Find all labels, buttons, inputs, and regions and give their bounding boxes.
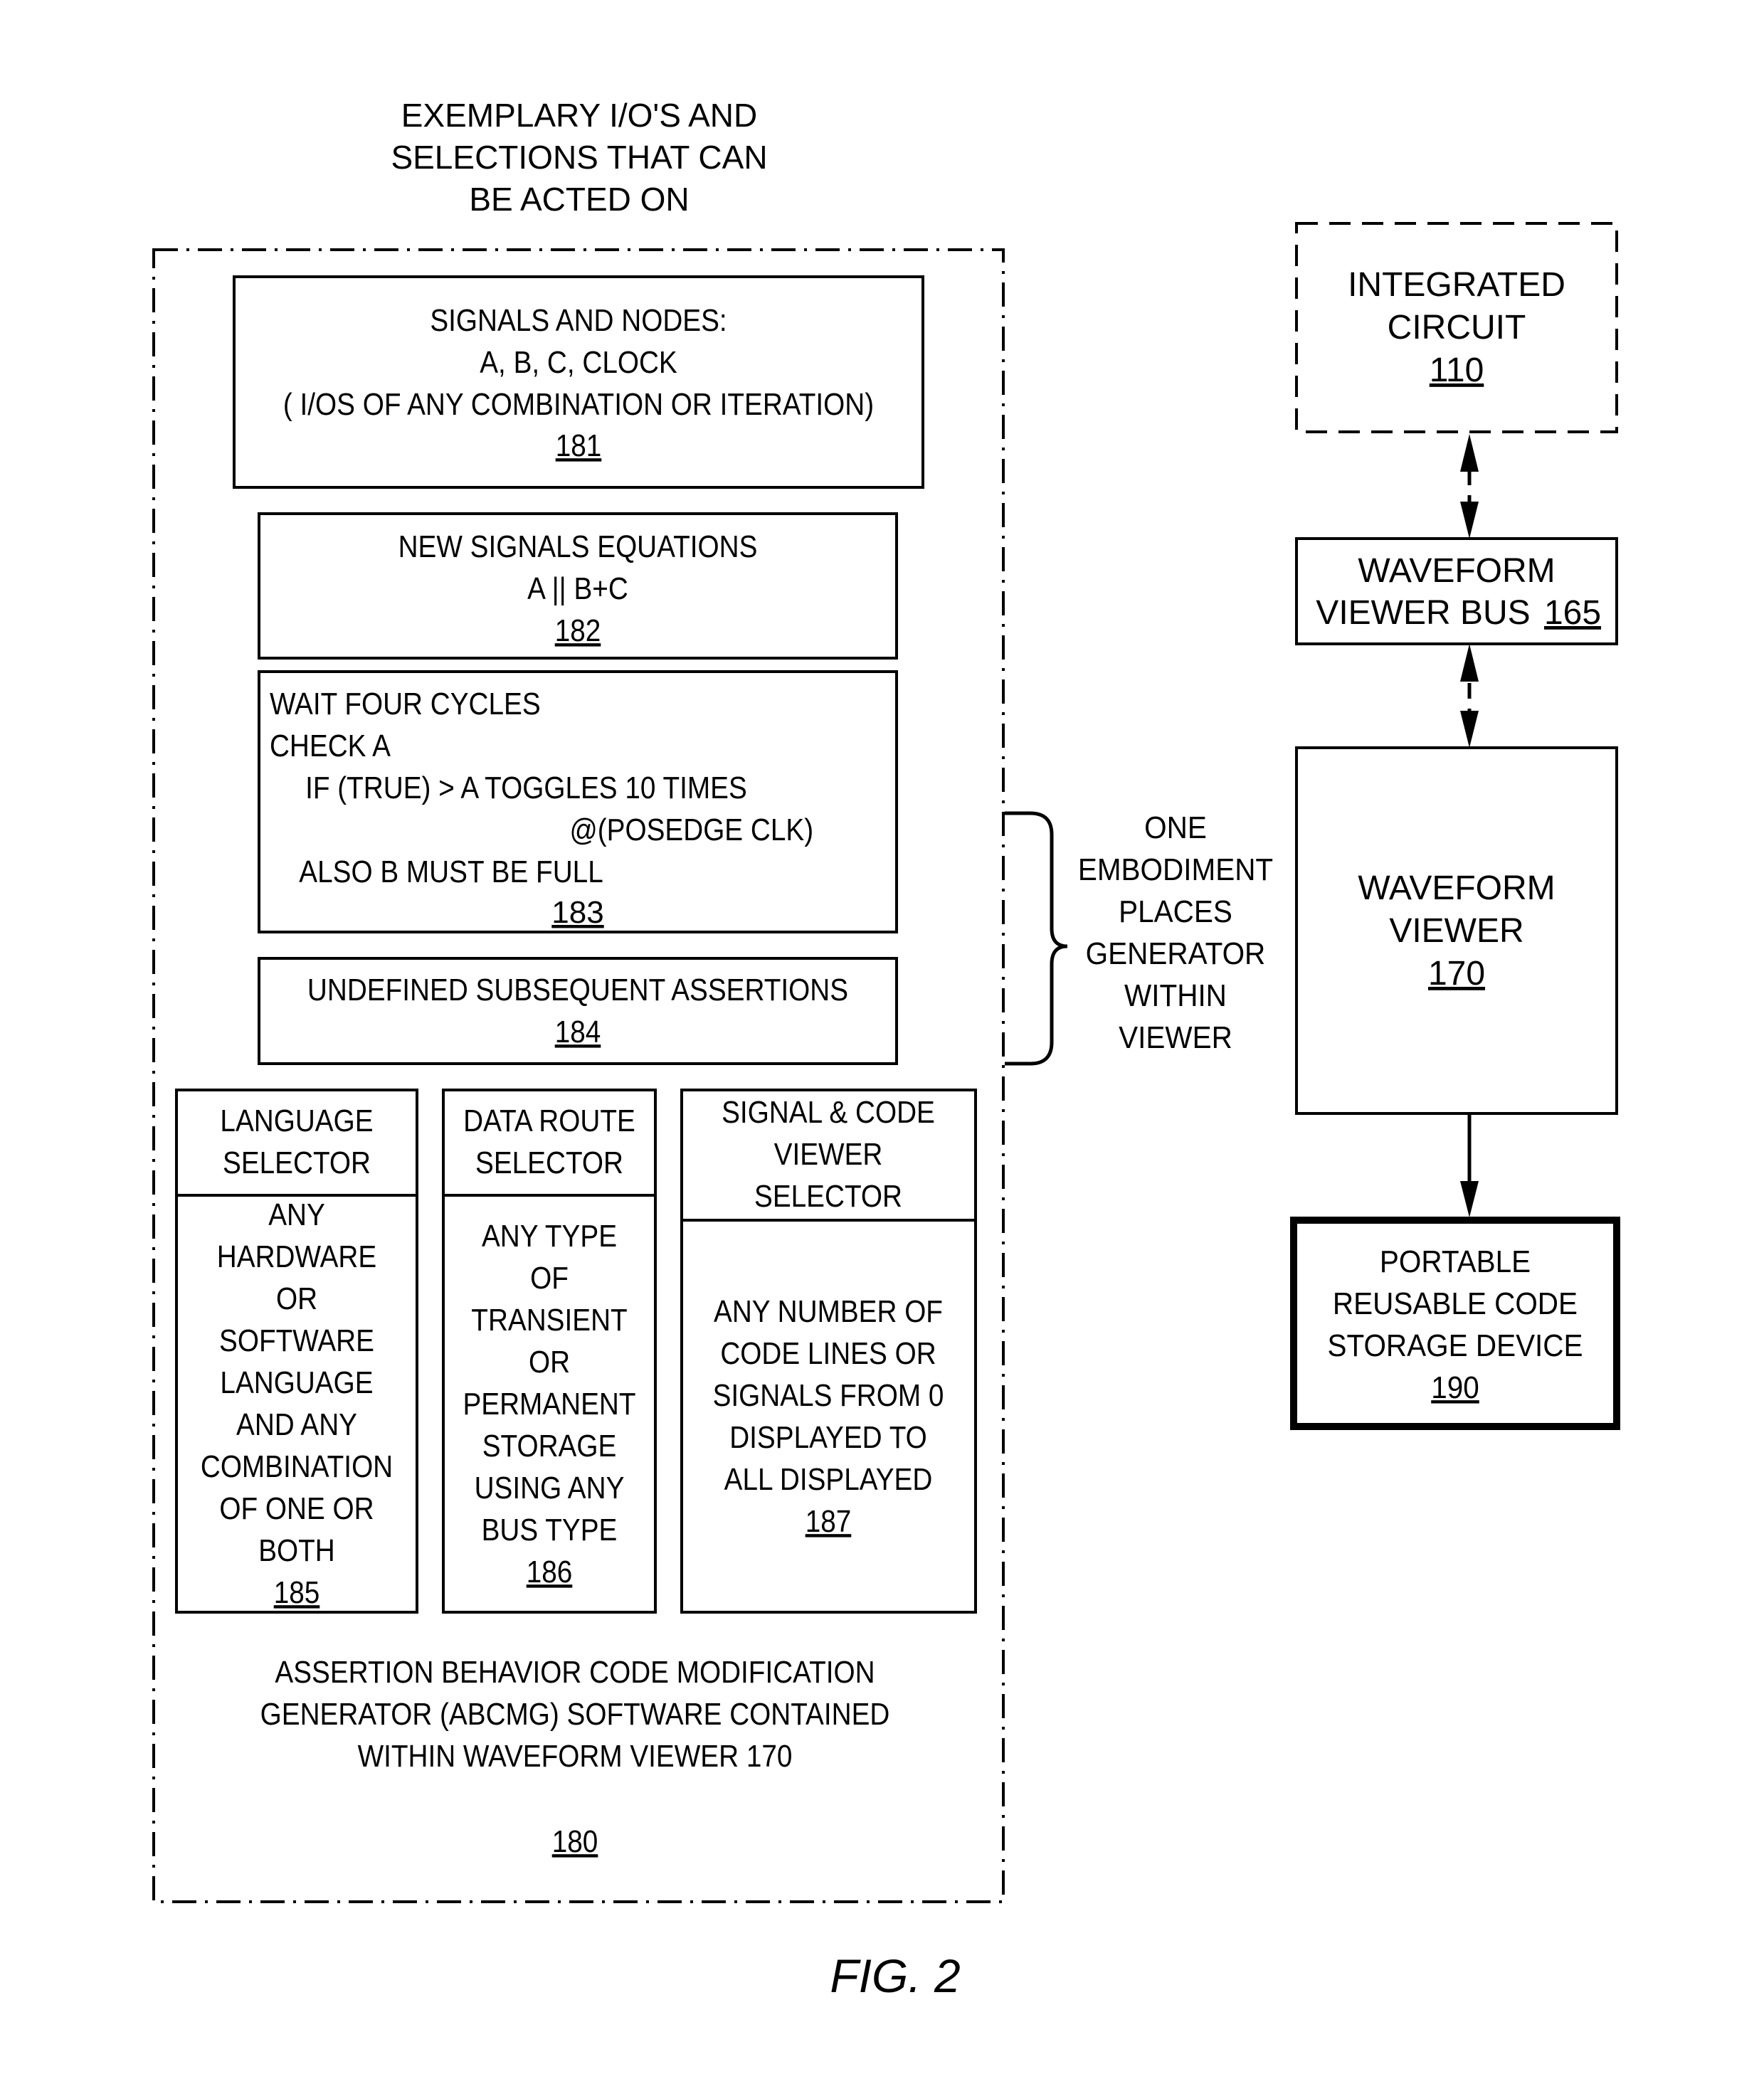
- box-text: INTEGRATED: [1348, 266, 1565, 304]
- box-text: PORTABLE: [1380, 1244, 1531, 1279]
- dashed-bidirectional-arrow: [1460, 644, 1479, 748]
- portable-storage-box: PORTABLE REUSABLE CODE STORAGE DEVICE 19…: [1290, 1217, 1620, 1430]
- reference-number: 184: [555, 1014, 601, 1049]
- box-text: VIEWER BUS: [1316, 594, 1530, 632]
- reference-number: 186: [527, 1554, 573, 1589]
- new-signals-box: NEW SIGNALS EQUATIONS A || B+C 182: [258, 512, 898, 660]
- reference-number: 181: [556, 428, 602, 463]
- undefined-assertions-box: UNDEFINED SUBSEQUENT ASSERTIONS 184: [258, 957, 898, 1065]
- caption-line: ASSERTION BEHAVIOR CODE MODIFICATION: [275, 1654, 875, 1690]
- reference-number: 187: [806, 1503, 852, 1539]
- box-text: ALSO B MUST BE FULL: [299, 854, 603, 889]
- note-line: WITHIN: [1124, 978, 1227, 1012]
- note-line: PLACES: [1119, 894, 1232, 928]
- box-text: REUSABLE CODE: [1333, 1286, 1578, 1320]
- brace-note: ONE EMBODIMENT PLACES GENERATOR WITHIN V…: [1078, 810, 1273, 1054]
- selector-body: DISPLAYED TO: [729, 1419, 927, 1455]
- dashed-bidirectional-arrow: [1460, 434, 1479, 539]
- reference-number: 185: [274, 1574, 320, 1610]
- selector-title: SELECTOR: [754, 1178, 902, 1214]
- header-line: SELECTIONS THAT CAN: [391, 139, 767, 176]
- selector-body: OF ONE OR: [219, 1491, 374, 1526]
- selector-body: OF: [530, 1260, 569, 1296]
- selector-body: ANY: [268, 1197, 325, 1232]
- box-text: WAVEFORM: [1358, 552, 1555, 590]
- selector-body: SIGNALS FROM 0: [713, 1377, 944, 1413]
- reference-number: 170: [1428, 955, 1485, 993]
- box-text: CHECK A: [270, 728, 391, 763]
- box-text: A || B+C: [527, 571, 628, 606]
- header-line: BE ACTED ON: [469, 181, 689, 218]
- solid-arrow: [1460, 1113, 1479, 1217]
- header-title: EXEMPLARY I/O'S AND SELECTIONS THAT CAN …: [391, 97, 767, 218]
- signal-code-viewer-selector-box: SIGNAL & CODE VIEWER SELECTOR ANY NUMBER…: [680, 1089, 977, 1614]
- reference-number: 182: [555, 613, 601, 648]
- selector-body: ANY TYPE: [482, 1218, 617, 1254]
- reference-number: 165: [1544, 594, 1601, 632]
- selector-body: CODE LINES OR: [720, 1335, 936, 1371]
- selector-body: STORAGE: [482, 1428, 617, 1464]
- note-line: GENERATOR: [1086, 936, 1266, 970]
- box-text: IF (TRUE) > A TOGGLES 10 TIMES: [305, 770, 747, 805]
- reference-number: 110: [1430, 351, 1484, 389]
- data-route-selector-box: DATA ROUTE SELECTOR ANY TYPE OF TRANSIEN…: [442, 1089, 657, 1614]
- selector-body: ALL DISPLAYED: [724, 1461, 933, 1497]
- curly-brace-icon: [1005, 811, 1068, 1066]
- figure-label: FIG. 2: [830, 1949, 960, 2002]
- language-selector-box: LANGUAGE SELECTOR ANY HARDWARE OR SOFTWA…: [175, 1089, 418, 1614]
- selector-body: LANGUAGE: [220, 1365, 373, 1400]
- selector-title: LANGUAGE: [220, 1103, 373, 1138]
- selector-title: SELECTOR: [223, 1145, 371, 1180]
- note-line: EMBODIMENT: [1078, 852, 1273, 886]
- patent-figure: EXEMPLARY I/O'S AND SELECTIONS THAT CAN …: [152, 97, 1620, 2002]
- selector-title: VIEWER: [774, 1136, 883, 1172]
- reference-number: 190: [1431, 1370, 1479, 1404]
- selector-body: USING ANY: [475, 1470, 625, 1505]
- selector-body: BOTH: [258, 1533, 335, 1568]
- box-text: SIGNALS AND NODES:: [430, 302, 727, 338]
- selector-body: ANY NUMBER OF: [714, 1293, 943, 1329]
- selector-title: SIGNAL & CODE: [722, 1094, 935, 1130]
- caption-line: GENERATOR (ABCMG) SOFTWARE CONTAINED: [260, 1696, 890, 1732]
- box-text: WAVEFORM: [1358, 869, 1555, 907]
- note-line: ONE: [1144, 810, 1207, 845]
- box-text: WAIT FOUR CYCLES: [270, 686, 541, 721]
- reference-number: 180: [552, 1824, 598, 1859]
- selector-body: BUS TYPE: [482, 1512, 618, 1547]
- box-text: @(POSEDGE CLK): [569, 812, 813, 847]
- header-line: EXEMPLARY I/O'S AND: [401, 97, 758, 134]
- box-text: STORAGE DEVICE: [1327, 1328, 1583, 1362]
- selector-body: HARDWARE: [217, 1239, 376, 1274]
- integrated-circuit-box: INTEGRATED CIRCUIT 110: [1295, 222, 1618, 433]
- wait-cycles-box: WAIT FOUR CYCLES CHECK A IF (TRUE) > A T…: [258, 670, 898, 933]
- selector-body: PERMANENT: [463, 1386, 635, 1422]
- box-text: ( I/OS OF ANY COMBINATION OR ITERATION): [283, 386, 874, 422]
- selector-body: TRANSIENT: [471, 1302, 627, 1338]
- box-text: VIEWER: [1389, 912, 1523, 950]
- reference-number: 183: [551, 895, 603, 930]
- signals-nodes-box: SIGNALS AND NODES: A, B, C, CLOCK ( I/OS…: [233, 275, 924, 489]
- selector-body: OR: [529, 1344, 570, 1380]
- abcmg-caption: ASSERTION BEHAVIOR CODE MODIFICATION GEN…: [260, 1654, 890, 1859]
- waveform-viewer-bus-box: WAVEFORM VIEWER BUS 165: [1295, 537, 1618, 645]
- box-text: CIRCUIT: [1388, 309, 1526, 346]
- selector-body: AND ANY: [236, 1407, 357, 1442]
- selector-body: OR: [276, 1281, 317, 1316]
- selector-body: COMBINATION: [201, 1449, 393, 1484]
- box-text: NEW SIGNALS EQUATIONS: [398, 529, 758, 564]
- note-line: VIEWER: [1119, 1020, 1232, 1054]
- selector-title: SELECTOR: [475, 1145, 623, 1180]
- waveform-viewer-box: WAVEFORM VIEWER 170: [1295, 746, 1618, 1115]
- box-text: UNDEFINED SUBSEQUENT ASSERTIONS: [307, 972, 848, 1007]
- selector-title: DATA ROUTE: [463, 1103, 635, 1138]
- box-text: A, B, C, CLOCK: [480, 344, 677, 380]
- selector-body: SOFTWARE: [219, 1323, 374, 1358]
- caption-line: WITHIN WAVEFORM VIEWER 170: [358, 1738, 793, 1774]
